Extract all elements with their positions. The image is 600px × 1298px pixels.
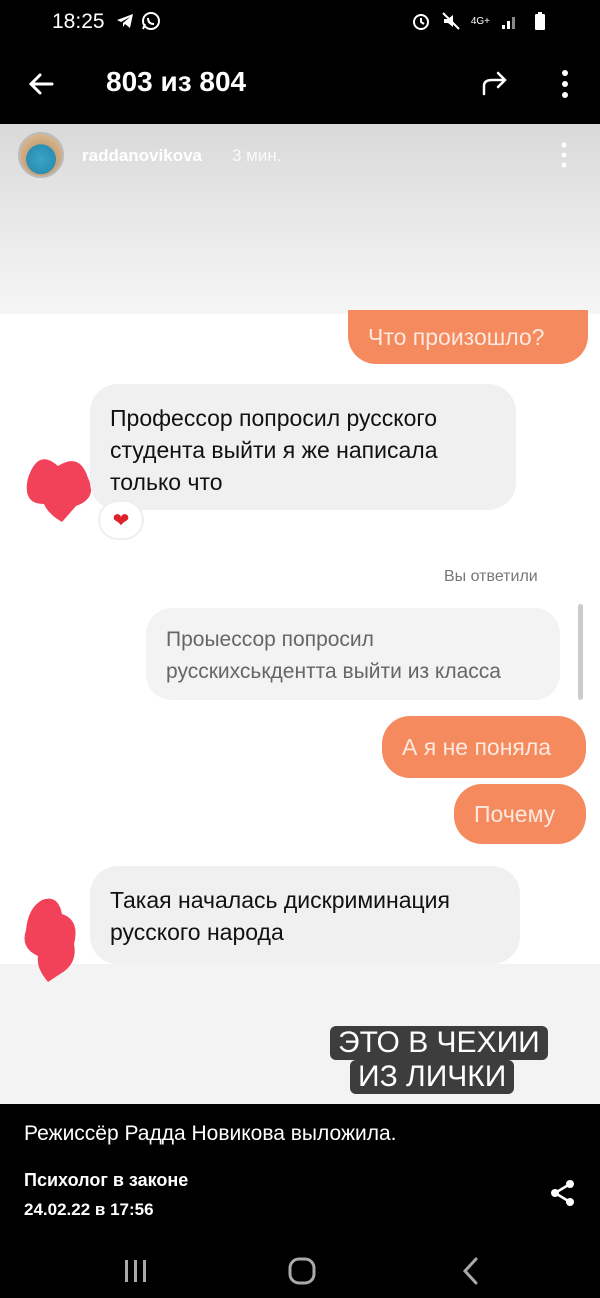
story-header: raddanovikova 3 мин. [0, 124, 600, 314]
redaction-blob-1 [26, 459, 92, 522]
story-more-icon [561, 142, 567, 168]
alarm-icon [412, 14, 429, 30]
replied-label: Вы ответили [444, 568, 538, 585]
chat-screenshot: Что произошло? Профессор попросил русско… [0, 310, 600, 982]
battery-icon [535, 12, 545, 30]
message-text-line: Такая началась дискриминация [110, 887, 450, 913]
message-outgoing-1: Что произошло? [348, 310, 588, 364]
message-text-line: студента выйти я же написала [110, 437, 438, 463]
story-image: raddanovikova 3 мин. Что произошло? Проф… [0, 124, 600, 1104]
forward-icon[interactable] [476, 66, 512, 102]
post-date: 24.02.22 в 17:56 [24, 1200, 154, 1219]
status-time: 18:25 [52, 10, 105, 33]
quote-text-line: Проыессор попросил [166, 628, 374, 651]
message-text-line: русского народа [110, 919, 284, 945]
status-left-icons [115, 11, 161, 31]
status-bar: 18:25 4G+ [0, 0, 600, 44]
caption-line-1: ЭТО В ЧЕХИИ [330, 1026, 548, 1060]
heart-icon: ❤ [112, 509, 130, 532]
story-username: raddanovikova [82, 146, 202, 165]
status-right-icons: 4G+ [411, 11, 550, 31]
story-counter: 803 из 804 [106, 66, 247, 97]
recent-apps-icon[interactable] [116, 1254, 156, 1288]
message-outgoing-2: А я не поняла [382, 716, 586, 778]
quote-text-line: русскихськдентта выйти из класса [166, 660, 501, 683]
quote-bar [578, 604, 583, 700]
caption-text: ИЗ ЛИЧКИ [358, 1060, 507, 1093]
message-incoming-1: Профессор попросил русского студента вый… [90, 384, 516, 510]
message-text-line: только что [110, 469, 223, 495]
bottom-info: Режиссёр Радда Новикова выложила. Психол… [0, 1104, 600, 1298]
telegram-icon [117, 14, 133, 28]
top-bar: 803 из 804 [0, 44, 600, 124]
more-vertical-icon[interactable] [552, 64, 578, 104]
heart-reaction: ❤ [98, 500, 144, 540]
mute-icon [442, 12, 460, 30]
redaction-blob-2 [24, 898, 76, 982]
share-icon[interactable] [548, 1178, 578, 1208]
caption-line-2: ИЗ ЛИЧКИ [350, 1060, 515, 1094]
network-label: 4G+ [470, 15, 490, 27]
message-text: Что произошло? [368, 324, 545, 350]
message-text: А я не поняла [402, 734, 552, 760]
whatsapp-icon [142, 12, 160, 30]
signal-icon [502, 17, 515, 29]
home-icon[interactable] [282, 1254, 322, 1288]
avatar [18, 132, 64, 178]
message-text-line: Профессор попросил русского [110, 405, 438, 431]
quoted-message: Проыессор попросил русскихськдентта выйт… [146, 608, 560, 700]
caption-text: ЭТО В ЧЕХИИ [338, 1026, 540, 1059]
post-description: Режиссёр Радда Новикова выложила. [24, 1122, 397, 1145]
message-outgoing-3: Почему [454, 784, 586, 844]
system-nav-bar [0, 1242, 600, 1298]
post-author[interactable]: Психолог в законе [24, 1170, 188, 1191]
back-arrow-icon[interactable] [22, 64, 62, 104]
story-time-ago: 3 мин. [232, 146, 282, 165]
message-incoming-2: Такая началась дискриминация русского на… [90, 866, 520, 964]
back-icon[interactable] [452, 1254, 492, 1288]
message-text: Почему [474, 801, 556, 827]
